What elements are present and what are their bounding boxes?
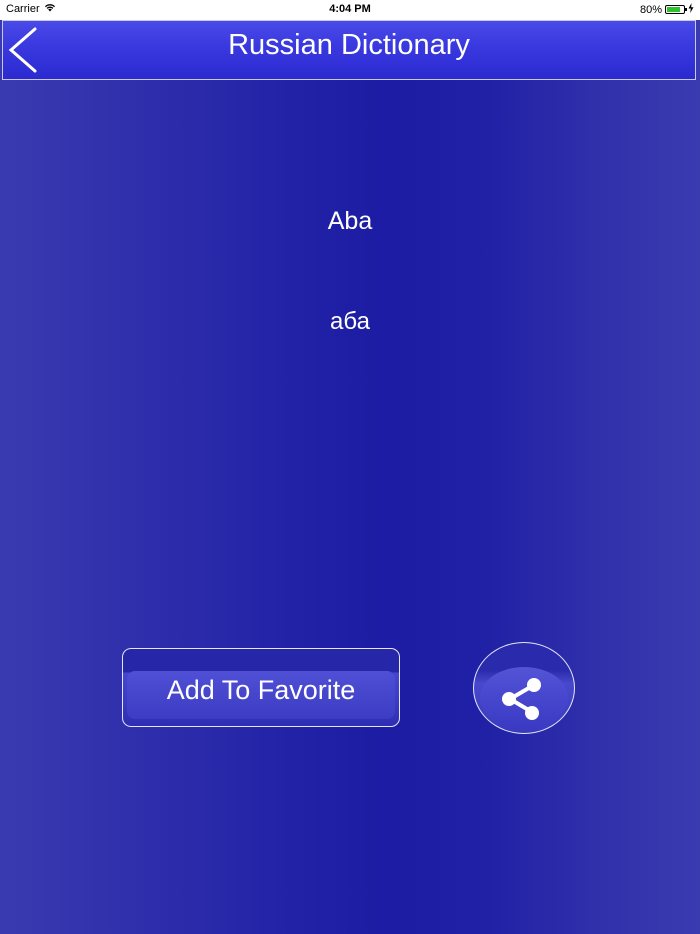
entry-word: Aba [327, 207, 373, 235]
entry-translation: аба [330, 308, 370, 335]
charging-bolt-icon [688, 3, 694, 16]
status-bar: Carrier 4:04 PM 80% [0, 0, 700, 20]
share-button[interactable] [473, 642, 575, 734]
add-to-favorite-button[interactable]: Add To Favorite [122, 648, 400, 727]
battery-icon [665, 5, 687, 14]
status-time: 4:04 PM [329, 3, 371, 15]
add-to-favorite-label: Add To Favorite [166, 675, 356, 705]
page-title: Russian Dictionary [228, 29, 470, 61]
battery-percent: 80% [639, 3, 662, 16]
battery-fill [667, 7, 680, 12]
navigation-bar: Russian Dictionary [2, 20, 696, 80]
status-right: 80% [640, 3, 694, 16]
